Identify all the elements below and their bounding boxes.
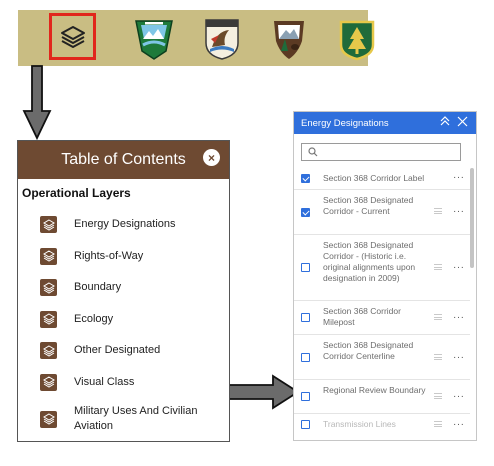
layers-button[interactable] bbox=[49, 13, 96, 60]
toc-item-label: Boundary bbox=[74, 281, 122, 294]
toc-item-label: Other Designated bbox=[74, 344, 161, 357]
search-icon bbox=[308, 147, 318, 157]
panel-header: Energy Designations bbox=[294, 112, 476, 134]
blm-logo[interactable] bbox=[133, 17, 175, 61]
drag-handle-icon[interactable] bbox=[434, 393, 442, 399]
layer-row[interactable]: Section 368 Corridor Label ··· bbox=[294, 168, 470, 190]
layer-checkbox[interactable] bbox=[301, 174, 310, 183]
layers-icon bbox=[40, 247, 57, 265]
energy-designations-panel: Energy Designations Section 368 Corridor… bbox=[293, 111, 477, 441]
toc-item-label: Military Uses And Civilian Aviation bbox=[74, 405, 198, 432]
layers-icon bbox=[40, 310, 57, 328]
close-icon[interactable] bbox=[457, 115, 468, 130]
layer-label: Transmission Lines bbox=[323, 419, 396, 429]
drag-handle-icon[interactable] bbox=[434, 314, 442, 320]
layer-checkbox[interactable] bbox=[301, 392, 310, 401]
toc-item-other-designated[interactable]: Other Designated bbox=[18, 335, 229, 367]
drag-handle-icon[interactable] bbox=[434, 421, 442, 427]
close-icon: × bbox=[207, 150, 215, 165]
toc-title: Table of Contents bbox=[61, 151, 186, 168]
layers-icon bbox=[60, 25, 85, 48]
more-options-icon[interactable]: ··· bbox=[453, 206, 465, 217]
layers-icon bbox=[40, 342, 57, 360]
toc-item-label: Ecology bbox=[74, 312, 114, 325]
toc-section-heading: Operational Layers bbox=[22, 186, 131, 200]
toc-item-label: Visual Class bbox=[74, 375, 135, 388]
layers-icon bbox=[40, 279, 57, 297]
drag-handle-icon[interactable] bbox=[434, 264, 442, 270]
toc-item-visual-class[interactable]: Visual Class bbox=[18, 367, 229, 399]
layer-checkbox[interactable] bbox=[301, 313, 310, 322]
layer-label: Section 368 Designated Corridor - (Histo… bbox=[323, 240, 416, 283]
layer-checkbox[interactable] bbox=[301, 208, 310, 217]
layer-label: Section 368 Designated Corridor - Curren… bbox=[323, 195, 414, 216]
layers-icon bbox=[40, 216, 57, 234]
scrollbar-thumb[interactable] bbox=[470, 168, 474, 268]
layers-icon bbox=[40, 410, 57, 428]
layer-row[interactable]: Transmission Lines ··· bbox=[294, 414, 470, 436]
layers-icon bbox=[40, 373, 57, 391]
nps-logo[interactable] bbox=[268, 17, 310, 61]
layer-row[interactable]: Regional Review Boundary ··· bbox=[294, 380, 470, 414]
layer-label: Section 368 Corridor Milepost bbox=[323, 306, 401, 327]
more-options-icon[interactable]: ··· bbox=[453, 172, 465, 183]
layer-checkbox[interactable] bbox=[301, 263, 310, 272]
close-button[interactable]: × bbox=[203, 149, 220, 166]
drag-handle-icon[interactable] bbox=[434, 354, 442, 360]
toc-item-military-uses[interactable]: Military Uses And Civilian Aviation bbox=[18, 398, 229, 440]
toc-layer-list: Energy Designations Rights-of-Way Bounda… bbox=[18, 209, 229, 440]
layer-list: Section 368 Corridor Label ··· Section 3… bbox=[294, 168, 470, 436]
toc-item-ecology[interactable]: Ecology bbox=[18, 304, 229, 336]
more-options-icon[interactable]: ··· bbox=[453, 419, 465, 430]
layer-row[interactable]: Section 368 Corridor Milepost ··· bbox=[294, 301, 470, 335]
table-of-contents-panel: Table of Contents × Operational Layers E… bbox=[17, 140, 230, 442]
layer-checkbox[interactable] bbox=[301, 353, 310, 362]
search-input[interactable] bbox=[301, 143, 461, 161]
layer-label: Regional Review Boundary bbox=[323, 385, 426, 395]
more-options-icon[interactable]: ··· bbox=[453, 262, 465, 273]
top-toolbar bbox=[18, 10, 375, 66]
layer-label: Section 368 Designated Corridor Centerli… bbox=[323, 340, 414, 361]
toc-item-boundary[interactable]: Boundary bbox=[18, 272, 229, 304]
layer-label: Section 368 Corridor Label bbox=[323, 173, 425, 183]
drag-handle-icon[interactable] bbox=[434, 208, 442, 214]
more-options-icon[interactable]: ··· bbox=[453, 312, 465, 323]
toc-header: Table of Contents × bbox=[18, 141, 229, 179]
toc-item-rights-of-way[interactable]: Rights-of-Way bbox=[18, 241, 229, 273]
more-options-icon[interactable]: ··· bbox=[453, 352, 465, 363]
down-arrow bbox=[22, 65, 52, 141]
layer-row[interactable]: Section 368 Designated Corridor - Curren… bbox=[294, 190, 470, 235]
toc-item-label: Rights-of-Way bbox=[74, 249, 144, 262]
toc-item-energy-designations[interactable]: Energy Designations bbox=[18, 209, 229, 241]
chevron-double-up-icon[interactable] bbox=[440, 115, 450, 130]
layer-checkbox[interactable] bbox=[301, 420, 310, 429]
toc-item-label: Energy Designations bbox=[74, 218, 176, 231]
layer-row[interactable]: Section 368 Designated Corridor - (Histo… bbox=[294, 235, 470, 301]
layer-row[interactable]: Section 368 Designated Corridor Centerli… bbox=[294, 335, 470, 380]
usfs-logo[interactable] bbox=[336, 17, 378, 61]
panel-title: Energy Designations bbox=[301, 117, 389, 129]
more-options-icon[interactable]: ··· bbox=[453, 391, 465, 402]
usfws-logo[interactable] bbox=[201, 17, 243, 61]
